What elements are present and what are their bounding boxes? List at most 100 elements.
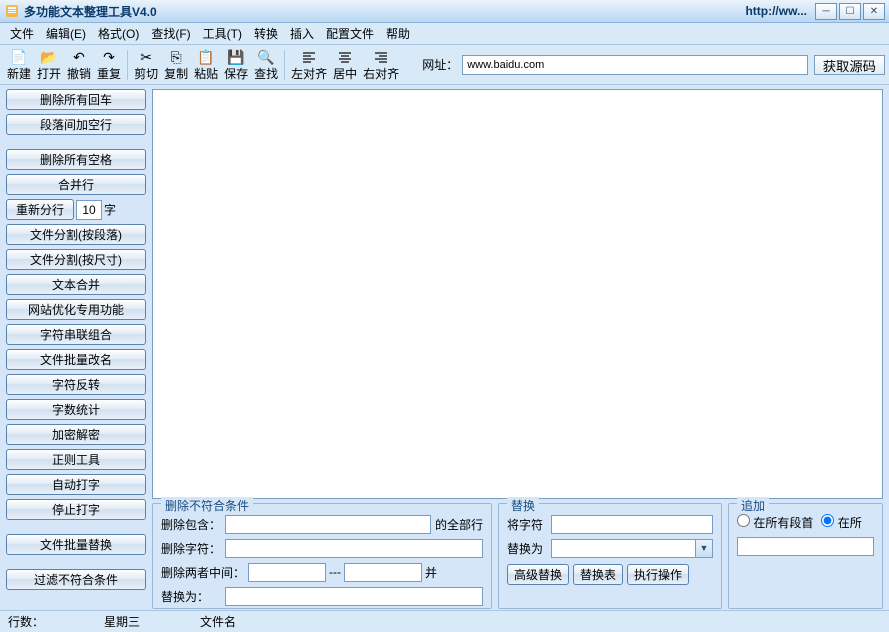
open-button[interactable]: 📂打开 [34,48,64,82]
maximize-button[interactable]: ☐ [839,3,861,20]
merge-lines-button[interactable]: 合并行 [6,174,146,195]
del-between-end-input[interactable] [344,563,422,582]
redo-button[interactable]: ↷重复 [94,48,124,82]
close-button[interactable]: ✕ [863,3,885,20]
paragraph-space-button[interactable]: 段落间加空行 [6,114,146,135]
panel-title: 替换 [507,497,539,514]
menu-edit[interactable]: 编辑(E) [40,23,92,44]
radio-at-input[interactable] [821,514,834,527]
regex-tool-button[interactable]: 正则工具 [6,449,146,470]
copy-icon: ⎘ [167,49,185,67]
cut-icon: ✂ [137,49,155,67]
replace-table-button[interactable]: 替换表 [573,564,623,585]
replace-panel: 替换 将字符 替换为▼ 高级替换替换表执行操作 [498,503,722,609]
append-text-input[interactable] [737,537,874,556]
menu-find[interactable]: 查找(F) [145,23,196,44]
align-center-icon [336,49,354,67]
new-button[interactable]: 📄新建 [4,48,34,82]
open-folder-icon: 📂 [40,49,58,67]
radio-all-para-head-input[interactable] [737,514,750,527]
delete-filter-panel: 删除不符合条件 删除包含：的全部行 删除字符： 删除两者中间：---并 替换为： [152,503,492,609]
align-left-button[interactable]: 左对齐 [288,48,330,82]
del-chars-label: 删除字符： [161,540,221,557]
align-right-button[interactable]: 右对齐 [360,48,402,82]
url-label: 网址： [422,56,458,73]
menu-insert[interactable]: 插入 [284,23,320,44]
del-contains-label: 删除包含： [161,516,221,533]
batch-replace-button[interactable]: 文件批量替换 [6,534,146,555]
align-right-icon [372,49,390,67]
append-panel: 追加 在所有段首 在所 [728,503,883,609]
resplit-count-input[interactable] [76,200,102,220]
undo-button[interactable]: ↶撤销 [64,48,94,82]
char-join-button[interactable]: 字符串联组合 [6,324,146,345]
replace-to-combo[interactable]: ▼ [551,539,713,558]
search-icon: 🔍 [257,49,275,67]
menu-tools[interactable]: 工具(T) [197,23,248,44]
main-textarea[interactable] [152,89,883,499]
find-button[interactable]: 🔍查找 [251,48,281,82]
delete-all-spaces-button[interactable]: 删除所有空格 [6,149,146,170]
del-replace-input[interactable] [225,587,483,606]
del-contains-suffix: 的全部行 [435,516,483,533]
url-input[interactable] [462,55,807,75]
del-chars-input[interactable] [225,539,483,558]
web-optimize-button[interactable]: 网站优化专用功能 [6,299,146,320]
filter-button[interactable]: 过滤不符合条件 [6,569,146,590]
encrypt-decrypt-button[interactable]: 加密解密 [6,424,146,445]
del-contains-input[interactable] [225,515,431,534]
menu-help[interactable]: 帮助 [380,23,416,44]
new-file-icon: 📄 [10,49,28,67]
resplit-unit-label: 字 [104,201,116,218]
radio-all-para-head[interactable]: 在所有段首 [737,514,813,531]
text-merge-button[interactable]: 文本合并 [6,274,146,295]
replace-from-label: 将字符 [507,516,551,533]
split-by-size-button[interactable]: 文件分割(按尺寸) [6,249,146,270]
align-left-icon [300,49,318,67]
get-source-button[interactable]: 获取源码 [814,55,885,75]
split-by-paragraph-button[interactable]: 文件分割(按段落) [6,224,146,245]
del-between-label: 删除两者中间： [161,564,245,581]
char-count-button[interactable]: 字数统计 [6,399,146,420]
batch-rename-button[interactable]: 文件批量改名 [6,349,146,370]
menu-file[interactable]: 文件 [4,23,40,44]
panel-title: 追加 [737,497,769,514]
panel-title: 删除不符合条件 [161,497,253,514]
sidebar: 删除所有回车 段落间加空行 删除所有空格 合并行 重新分行 字 文件分割(按段落… [0,85,152,609]
save-icon: 💾 [227,49,245,67]
window-titlebar: 多功能文本整理工具V4.0 http://ww... ─ ☐ ✕ [0,0,889,23]
del-replace-label: 替换为： [161,588,209,605]
undo-icon: ↶ [70,49,88,67]
delete-all-cr-button[interactable]: 删除所有回车 [6,89,146,110]
paste-button[interactable]: 📋粘贴 [191,48,221,82]
chevron-down-icon[interactable]: ▼ [695,540,712,557]
del-between-suffix: 并 [425,564,437,581]
menu-config[interactable]: 配置文件 [320,23,380,44]
stop-type-button[interactable]: 停止打字 [6,499,146,520]
toolbar-separator [127,50,128,80]
advanced-replace-button[interactable]: 高级替换 [507,564,569,585]
replace-to-label: 替换为 [507,540,551,557]
status-weekday: 星期三 [104,613,140,630]
execute-button[interactable]: 执行操作 [627,564,689,585]
cut-button[interactable]: ✂剪切 [131,48,161,82]
titlebar-url: http://ww... [745,4,807,18]
resplit-button[interactable]: 重新分行 [6,199,74,220]
char-reverse-button[interactable]: 字符反转 [6,374,146,395]
paste-icon: 📋 [197,49,215,67]
save-button[interactable]: 💾保存 [221,48,251,82]
between-sep: --- [329,565,341,579]
statusbar: 行数： 星期三 文件名 [0,610,889,632]
replace-from-input[interactable] [551,515,713,534]
menu-format[interactable]: 格式(O) [92,23,145,44]
copy-button[interactable]: ⎘复制 [161,48,191,82]
del-between-start-input[interactable] [248,563,326,582]
redo-icon: ↷ [100,49,118,67]
radio-at[interactable]: 在所 [821,514,861,531]
minimize-button[interactable]: ─ [815,3,837,20]
auto-type-button[interactable]: 自动打字 [6,474,146,495]
align-center-button[interactable]: 居中 [330,48,360,82]
app-icon [4,3,20,19]
menu-convert[interactable]: 转换 [248,23,284,44]
toolbar: 📄新建 📂打开 ↶撤销 ↷重复 ✂剪切 ⎘复制 📋粘贴 💾保存 🔍查找 左对齐 … [0,45,889,85]
